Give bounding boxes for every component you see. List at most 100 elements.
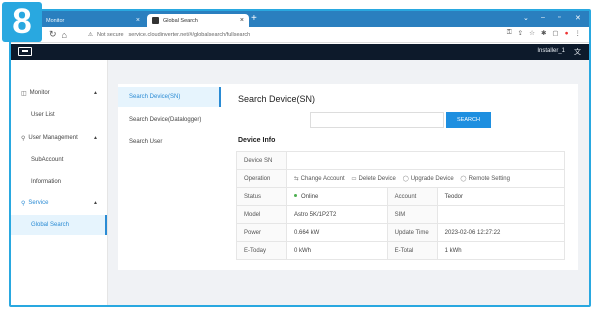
home-icon[interactable]: ⌂ xyxy=(62,30,67,40)
restore-icon[interactable]: ▫ xyxy=(558,14,560,21)
user-name[interactable]: Installer_1 xyxy=(537,48,565,54)
search-input[interactable] xyxy=(310,112,444,128)
status-value: Online xyxy=(286,187,388,206)
monitor-icon: ◫ xyxy=(21,90,27,97)
update-time-label: Update Time xyxy=(386,223,438,242)
power-label: Power xyxy=(236,223,287,242)
table-row: Status Online Account Teodor xyxy=(236,187,566,206)
account-value: Teodor xyxy=(436,187,566,206)
close-tab-icon[interactable]: × xyxy=(240,17,244,24)
subnav-label: Search Device(Datalogger) xyxy=(129,117,202,123)
sidebar-item-user-management[interactable]: ⚲ User Management ▲ xyxy=(11,128,107,148)
e-total-label: E-Total xyxy=(386,241,438,260)
reload-icon[interactable]: ↻ xyxy=(49,29,57,40)
sidebar-item-monitor[interactable]: ◫ Monitor ▲ xyxy=(11,83,107,103)
app-header: Installer_1 文 xyxy=(11,44,589,60)
op-label: Change Account xyxy=(300,175,345,182)
chevron-up-icon: ▲ xyxy=(93,135,98,141)
browser-tab-global-search[interactable]: Global Search × xyxy=(147,14,249,27)
browser-tab-monitor[interactable]: Monitor × xyxy=(41,14,145,27)
browser-tab-strip: Monitor × Global Search × + ⌄ – ▫ ✕ xyxy=(11,11,589,27)
translate-icon[interactable]: 文 xyxy=(574,47,581,57)
favicon-icon xyxy=(152,17,159,24)
step-badge: 8 xyxy=(2,2,42,42)
delete-device-button[interactable]: ▭ Delete Device xyxy=(351,176,396,182)
tab-label: Global Search xyxy=(163,17,198,24)
update-time-value: 2023-02-06 12:27:22 xyxy=(436,223,566,242)
sidebar-item-subaccount[interactable]: SubAccount xyxy=(11,150,107,170)
star-icon[interactable]: ☆ xyxy=(529,29,535,37)
close-window-icon[interactable]: ✕ xyxy=(575,14,581,22)
op-label: Remote Setting xyxy=(468,175,510,182)
table-row: E-Today 0 kWh E-Total 1 kWh xyxy=(236,241,566,260)
table-row: Device SN xyxy=(236,151,565,170)
key-icon[interactable]: ⚿ xyxy=(507,29,512,37)
upgrade-device-button[interactable]: ◯ Upgrade Device xyxy=(403,176,454,182)
main-content: Search Device(SN) Search Device(Datalogg… xyxy=(108,60,589,305)
change-account-button[interactable]: ⇆ Change Account xyxy=(294,176,345,182)
power-value: 0.664 kW xyxy=(286,223,388,242)
sidebar-item-service[interactable]: ⚲ Service ▲ xyxy=(11,193,107,213)
chevron-up-icon: ▲ xyxy=(93,200,98,206)
operation-label: Operation xyxy=(236,169,287,188)
sidebar-item-global-search[interactable]: Global Search xyxy=(11,215,107,235)
model-label: Model xyxy=(236,205,287,224)
subnav-item-search-device-sn[interactable]: Search Device(SN) xyxy=(118,87,221,107)
sidebar: ◫ Monitor ▲ User List ⚲ User Management … xyxy=(11,60,108,305)
sidebar-item-information[interactable]: Information xyxy=(11,172,107,192)
sidebar-item-label: User Management xyxy=(28,135,78,141)
chevron-down-icon[interactable]: ⌄ xyxy=(523,14,529,22)
url-bar[interactable]: ⚠ Not secure service.cloudinverter.net/#… xyxy=(88,29,508,41)
profile-icon[interactable]: ● xyxy=(565,30,569,37)
table-row: Model Astro 5K/1P2T2 SIM xyxy=(236,205,566,224)
sidebar-item-label: Service xyxy=(28,200,49,206)
swap-icon: ⇆ xyxy=(294,175,299,182)
menu-icon[interactable]: ⋮ xyxy=(575,29,582,37)
share-icon[interactable]: ⇪ xyxy=(518,29,523,37)
search-button[interactable]: SEARCH xyxy=(446,112,491,128)
search-panel: Search Device(SN) Search Device(Datalogg… xyxy=(118,84,578,270)
sidebar-item-label: User List xyxy=(31,112,55,118)
sidebar-item-user-list[interactable]: User List xyxy=(11,105,107,125)
url-text: service.cloudinverter.net/#/globalsearch… xyxy=(128,32,251,38)
device-info-table: Device SN Operation ⇆ Change Account ▭ Del… xyxy=(236,151,566,260)
sidebar-item-label: Monitor xyxy=(29,90,50,96)
subnav-item-search-device-datalogger[interactable]: Search Device(Datalogger) xyxy=(118,110,221,130)
table-row: Power 0.664 kW Update Time 2023-02-06 12… xyxy=(236,223,566,242)
warning-icon: ⚠ xyxy=(88,32,93,38)
status-label: Status xyxy=(236,187,287,206)
e-today-label: E-Today xyxy=(236,241,287,260)
upgrade-icon: ◯ xyxy=(402,175,409,182)
user-icon: ⚲ xyxy=(21,135,26,142)
sidebar-item-label: Global Search xyxy=(31,222,70,228)
trash-icon: ▭ xyxy=(351,175,357,182)
extension-icon[interactable]: ✱ xyxy=(541,29,546,37)
subnav-item-search-user[interactable]: Search User xyxy=(118,132,221,152)
e-total-value: 1 kWh xyxy=(436,241,566,260)
sidebar-item-label: Information xyxy=(31,179,62,185)
tab-label: Monitor xyxy=(46,17,65,24)
new-tab-icon[interactable]: + xyxy=(251,13,257,24)
sidebar-icon[interactable]: ▢ xyxy=(552,29,558,37)
sidebar-item-label: SubAccount xyxy=(31,157,64,163)
url-warning-text: Not secure xyxy=(96,32,124,38)
subnav-label: Search User xyxy=(129,139,163,145)
device-info-heading: Device Info xyxy=(238,137,276,144)
account-label: Account xyxy=(386,187,438,206)
sim-value xyxy=(436,205,566,224)
remote-setting-button[interactable]: ◯ Remote Setting xyxy=(460,176,510,182)
model-value: Astro 5K/1P2T2 xyxy=(286,205,388,224)
close-tab-icon[interactable]: × xyxy=(136,17,140,24)
logo-icon[interactable] xyxy=(18,47,32,56)
minimize-icon[interactable]: – xyxy=(541,14,545,21)
online-dot-icon xyxy=(294,194,297,198)
subnav-label: Search Device(SN) xyxy=(129,94,181,100)
device-sn-value xyxy=(286,151,565,170)
device-sn-label: Device SN xyxy=(236,151,287,170)
search-subnav: Search Device(SN) Search Device(Datalogg… xyxy=(118,84,221,270)
e-today-value: 0 kWh xyxy=(286,241,388,260)
screenshot-frame: Monitor × Global Search × + ⌄ – ▫ ✕ ↻ ⌂ … xyxy=(9,9,591,307)
settings-icon: ◯ xyxy=(460,175,467,182)
chevron-up-icon: ▲ xyxy=(93,90,98,96)
browser-toolbar: ⚿ ⇪ ☆ ✱ ▢ ● ⋮ xyxy=(507,29,581,37)
